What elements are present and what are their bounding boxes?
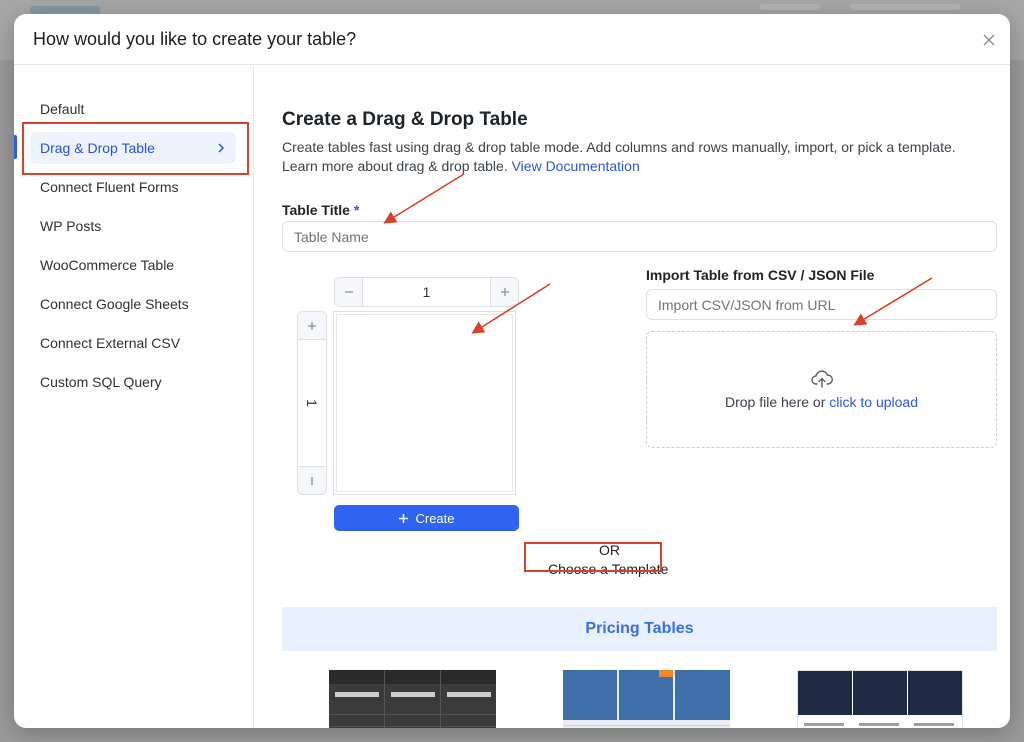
- dialog-title: How would you like to create your table?: [33, 29, 357, 49]
- view-documentation-link[interactable]: View Documentation: [512, 158, 640, 174]
- sidebar-item-label: Connect Google Sheets: [40, 296, 189, 312]
- choose-template-heading: Choose a Template: [548, 561, 669, 577]
- template-price: [447, 692, 491, 697]
- chevron-right-icon: [218, 143, 225, 153]
- template-divider: [440, 670, 441, 728]
- backdrop-line: [760, 4, 820, 10]
- minus-icon: [311, 476, 313, 485]
- columns-increment-button[interactable]: [490, 278, 518, 306]
- template-plan-header: [563, 670, 617, 720]
- sidebar-item-drag-drop-table[interactable]: Drag & Drop Table: [30, 132, 236, 164]
- import-label: Import Table from CSV / JSON File: [646, 267, 875, 283]
- pricing-template-navy[interactable]: [797, 670, 963, 728]
- drop-text: Drop file here or: [725, 393, 826, 410]
- grid-cell: [336, 314, 513, 492]
- click-to-upload-link[interactable]: click to upload: [829, 394, 918, 410]
- create-button-label: Create: [415, 510, 455, 526]
- source-sidebar: Default Drag & Drop Table Connect Fluent…: [14, 66, 254, 728]
- table-grid-preview[interactable]: [333, 311, 516, 495]
- template-plan-header: [908, 671, 962, 715]
- close-icon[interactable]: [982, 33, 996, 47]
- template-row: [329, 726, 496, 727]
- template-price: [391, 692, 435, 697]
- sidebar-item-google-sheets[interactable]: Connect Google Sheets: [30, 288, 236, 320]
- sidebar-item-sql-query[interactable]: Custom SQL Query: [30, 366, 236, 398]
- columns-stepper: 1: [334, 277, 519, 307]
- cloud-upload-icon: [810, 369, 833, 388]
- sidebar-item-label: Default: [40, 101, 85, 117]
- backdrop-line: [850, 4, 960, 10]
- pricing-template-blue[interactable]: [563, 670, 730, 728]
- template-header: [329, 670, 496, 684]
- template-plan-header: [798, 671, 852, 715]
- table-title-label-text: Table Title: [282, 202, 350, 218]
- columns-decrement-button[interactable]: [335, 278, 363, 306]
- active-marker: [14, 135, 17, 159]
- template-popular-badge: [659, 670, 673, 677]
- pricing-tables-category[interactable]: Pricing Tables: [282, 607, 997, 651]
- columns-value[interactable]: 1: [363, 278, 490, 306]
- rows-increment-button[interactable]: [298, 312, 326, 340]
- rows-stepper: 1: [297, 311, 327, 495]
- minus-icon: [344, 291, 353, 293]
- template-row: [329, 714, 496, 715]
- sidebar-item-wp-posts[interactable]: WP Posts: [30, 210, 236, 242]
- sidebar-item-label: Custom SQL Query: [40, 374, 162, 390]
- sidebar-item-label: WP Posts: [40, 218, 102, 234]
- or-separator: OR: [599, 542, 620, 558]
- pricing-template-dark[interactable]: [329, 670, 496, 728]
- template-plan-header: [675, 670, 730, 720]
- page-title: Create a Drag & Drop Table: [282, 109, 528, 130]
- table-name-input[interactable]: [282, 221, 997, 252]
- template-feature: [859, 723, 899, 726]
- sidebar-item-default[interactable]: Default: [30, 93, 236, 125]
- sidebar-item-label: Connect External CSV: [40, 335, 181, 351]
- sidebar-item-fluent-forms[interactable]: Connect Fluent Forms: [30, 171, 236, 203]
- create-button[interactable]: Create: [334, 505, 519, 531]
- rows-decrement-button[interactable]: [298, 466, 326, 494]
- sidebar-item-woocommerce[interactable]: WooCommerce Table: [30, 249, 236, 281]
- pricing-tables-title: Pricing Tables: [585, 620, 694, 637]
- dialog-header: How would you like to create your table?: [14, 14, 1010, 65]
- sidebar-item-label: Drag & Drop Table: [40, 140, 155, 156]
- template-row: [563, 725, 730, 726]
- template-plan-header: [619, 670, 673, 720]
- required-mark: *: [353, 202, 360, 218]
- main-content: Create a Drag & Drop Table Create tables…: [255, 66, 1010, 728]
- import-url-input[interactable]: [646, 289, 997, 320]
- dropzone-text: Drop file here or click to upload: [725, 394, 918, 410]
- sidebar-item-label: WooCommerce Table: [40, 257, 175, 273]
- create-table-dialog: How would you like to create your table?…: [14, 14, 1010, 728]
- sidebar-item-external-csv[interactable]: Connect External CSV: [30, 327, 236, 359]
- template-feature: [804, 723, 844, 726]
- template-feature: [914, 723, 954, 726]
- template-plan-header: [853, 671, 907, 715]
- sidebar-item-label: Connect Fluent Forms: [40, 179, 179, 195]
- plus-icon: [500, 288, 509, 296]
- table-title-label: Table Title *: [282, 202, 359, 218]
- file-dropzone[interactable]: Drop file here or click to upload: [646, 331, 997, 448]
- plus-icon: [308, 321, 316, 330]
- plus-icon: [399, 513, 409, 523]
- template-divider: [384, 670, 385, 728]
- template-price: [335, 692, 379, 697]
- page-description: Create tables fast using drag & drop tab…: [282, 138, 982, 176]
